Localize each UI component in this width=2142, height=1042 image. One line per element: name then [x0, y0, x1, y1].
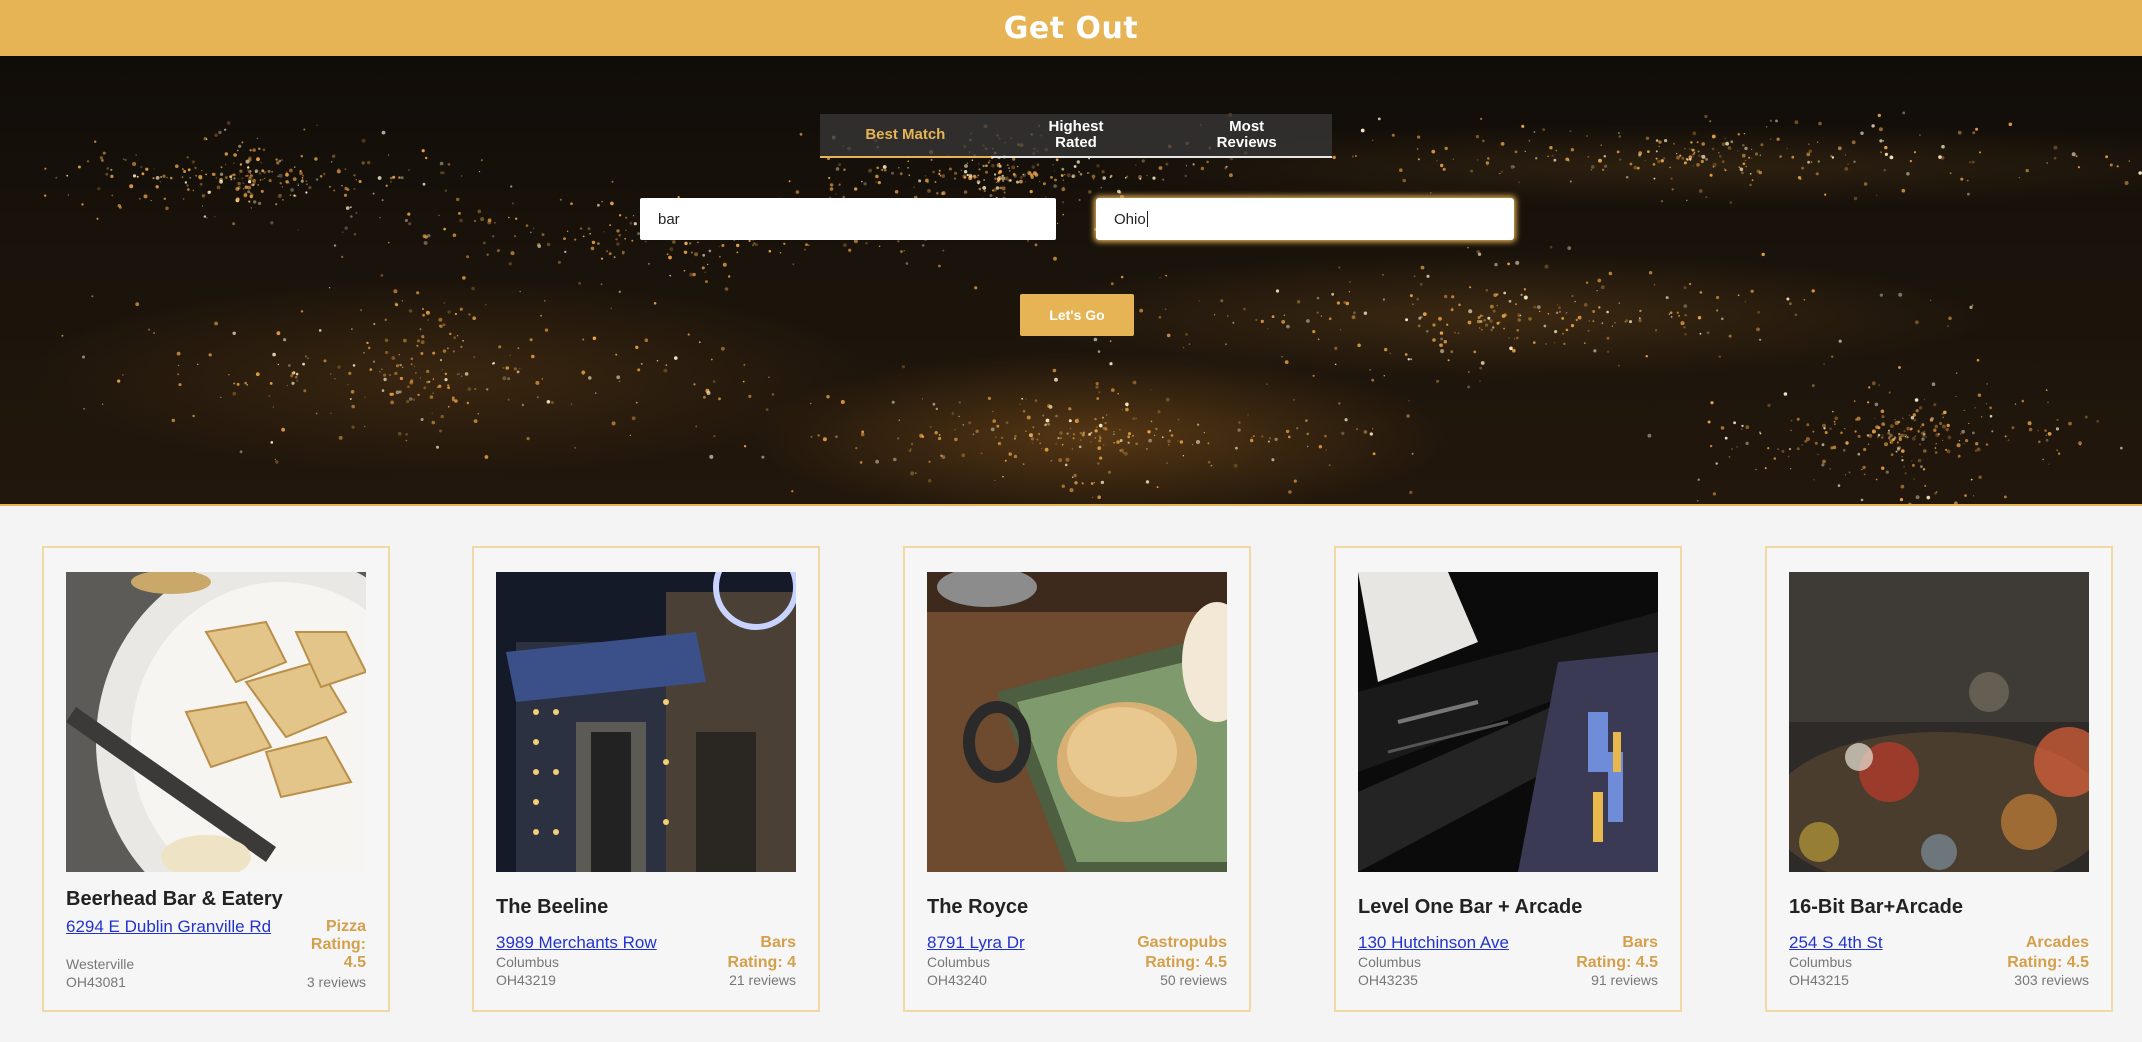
result-photo: [66, 572, 366, 872]
tab-highest-rated[interactable]: Highest Rated: [991, 114, 1162, 156]
result-city: Columbus: [1358, 954, 1422, 970]
hero-divider: [0, 504, 2142, 506]
result-city: Columbus: [496, 954, 560, 970]
result-zip: OH43235: [1358, 972, 1418, 988]
result-reviews: 91 reviews: [1591, 972, 1658, 988]
tab-label: Most Reviews: [1216, 118, 1277, 151]
result-card: 16-Bit Bar+Arcade 254 S 4th St Columbus OH4…: [1765, 546, 2113, 1012]
result-name: Beerhead Bar & Eatery: [66, 888, 283, 910]
result-city: Columbus: [1789, 954, 1853, 970]
result-city: Westerville: [66, 956, 135, 972]
result-reviews: 303 reviews: [2014, 972, 2089, 988]
app-header: Get Out: [0, 0, 2142, 56]
search-term-input[interactable]: bar: [640, 198, 1056, 240]
result-rating: Rating: 4.5: [1145, 954, 1227, 971]
tab-label: Highest Rated: [1048, 118, 1104, 151]
result-category: Bars: [1622, 934, 1658, 951]
result-category: Gastropubs: [1137, 934, 1227, 951]
result-photo: [1358, 572, 1658, 872]
result-name: The Royce: [927, 896, 1029, 918]
tab-best-match[interactable]: Best Match: [820, 114, 991, 158]
result-category: Bars: [760, 934, 796, 951]
lets-go-button[interactable]: Let's Go: [1020, 294, 1134, 336]
search-term-value: bar: [658, 210, 680, 228]
result-rating: Rating: 4.5: [1576, 954, 1658, 971]
result-card: The Royce 8791 Lyra Dr Columbus OH43240 Gast…: [903, 546, 1251, 1012]
text-caret: [1146, 211, 1148, 227]
result-rating: Rating: 4.5: [2007, 954, 2089, 971]
result-reviews: 3 reviews: [306, 974, 366, 990]
result-address-link[interactable]: 254 S 4th St: [1789, 934, 2019, 952]
result-address-link[interactable]: 130 Hutchinson Ave: [1358, 934, 1588, 952]
result-card: Beerhead Bar & Eatery 6294 E Dublin Granv…: [42, 546, 390, 1012]
result-card: The Beeline 3989 Merchants Row Columbus OH4…: [472, 546, 820, 1012]
result-rating: Rating: 4.5: [310, 936, 366, 971]
result-photo: [1789, 572, 2089, 872]
result-name: The Beeline: [496, 896, 609, 918]
result-name: 16-Bit Bar+Arcade: [1789, 896, 1963, 918]
photo-image: [496, 572, 796, 872]
result-photo: [927, 572, 1227, 872]
result-rating: Rating: 4: [727, 954, 796, 971]
result-city: Columbus: [927, 954, 991, 970]
result-zip: OH43219: [496, 972, 556, 988]
sort-tabs: Best Match Highest Rated Most Reviews: [820, 114, 1332, 158]
result-category: Arcades: [2025, 934, 2089, 951]
result-reviews: 21 reviews: [729, 972, 796, 988]
result-category: Pizza: [325, 918, 366, 935]
result-reviews: 50 reviews: [1160, 972, 1227, 988]
result-zip: OH43215: [1789, 972, 1849, 988]
app-title: Get Out: [1003, 10, 1139, 46]
photo-image: [927, 572, 1227, 872]
result-address-link[interactable]: 8791 Lyra Dr: [927, 934, 1157, 952]
result-photo: [496, 572, 796, 872]
result-name: Level One Bar + Arcade: [1358, 896, 1583, 918]
result-address-link[interactable]: 3989 Merchants Row: [496, 934, 726, 952]
photo-image: [1358, 572, 1658, 872]
tab-label: Best Match: [865, 126, 946, 143]
photo-image: [66, 572, 366, 872]
tab-most-reviews[interactable]: Most Reviews: [1161, 114, 1332, 156]
result-card: Level One Bar + Arcade 130 Hutchinson Ave…: [1334, 546, 1682, 1012]
location-input[interactable]: Ohio: [1096, 198, 1514, 240]
photo-image: [1789, 572, 2089, 872]
result-zip: OH43081: [66, 974, 126, 990]
result-zip: OH43240: [927, 972, 987, 988]
result-address-link[interactable]: 6294 E Dublin Granville Rd: [66, 918, 281, 936]
location-value: Ohio: [1114, 210, 1146, 228]
